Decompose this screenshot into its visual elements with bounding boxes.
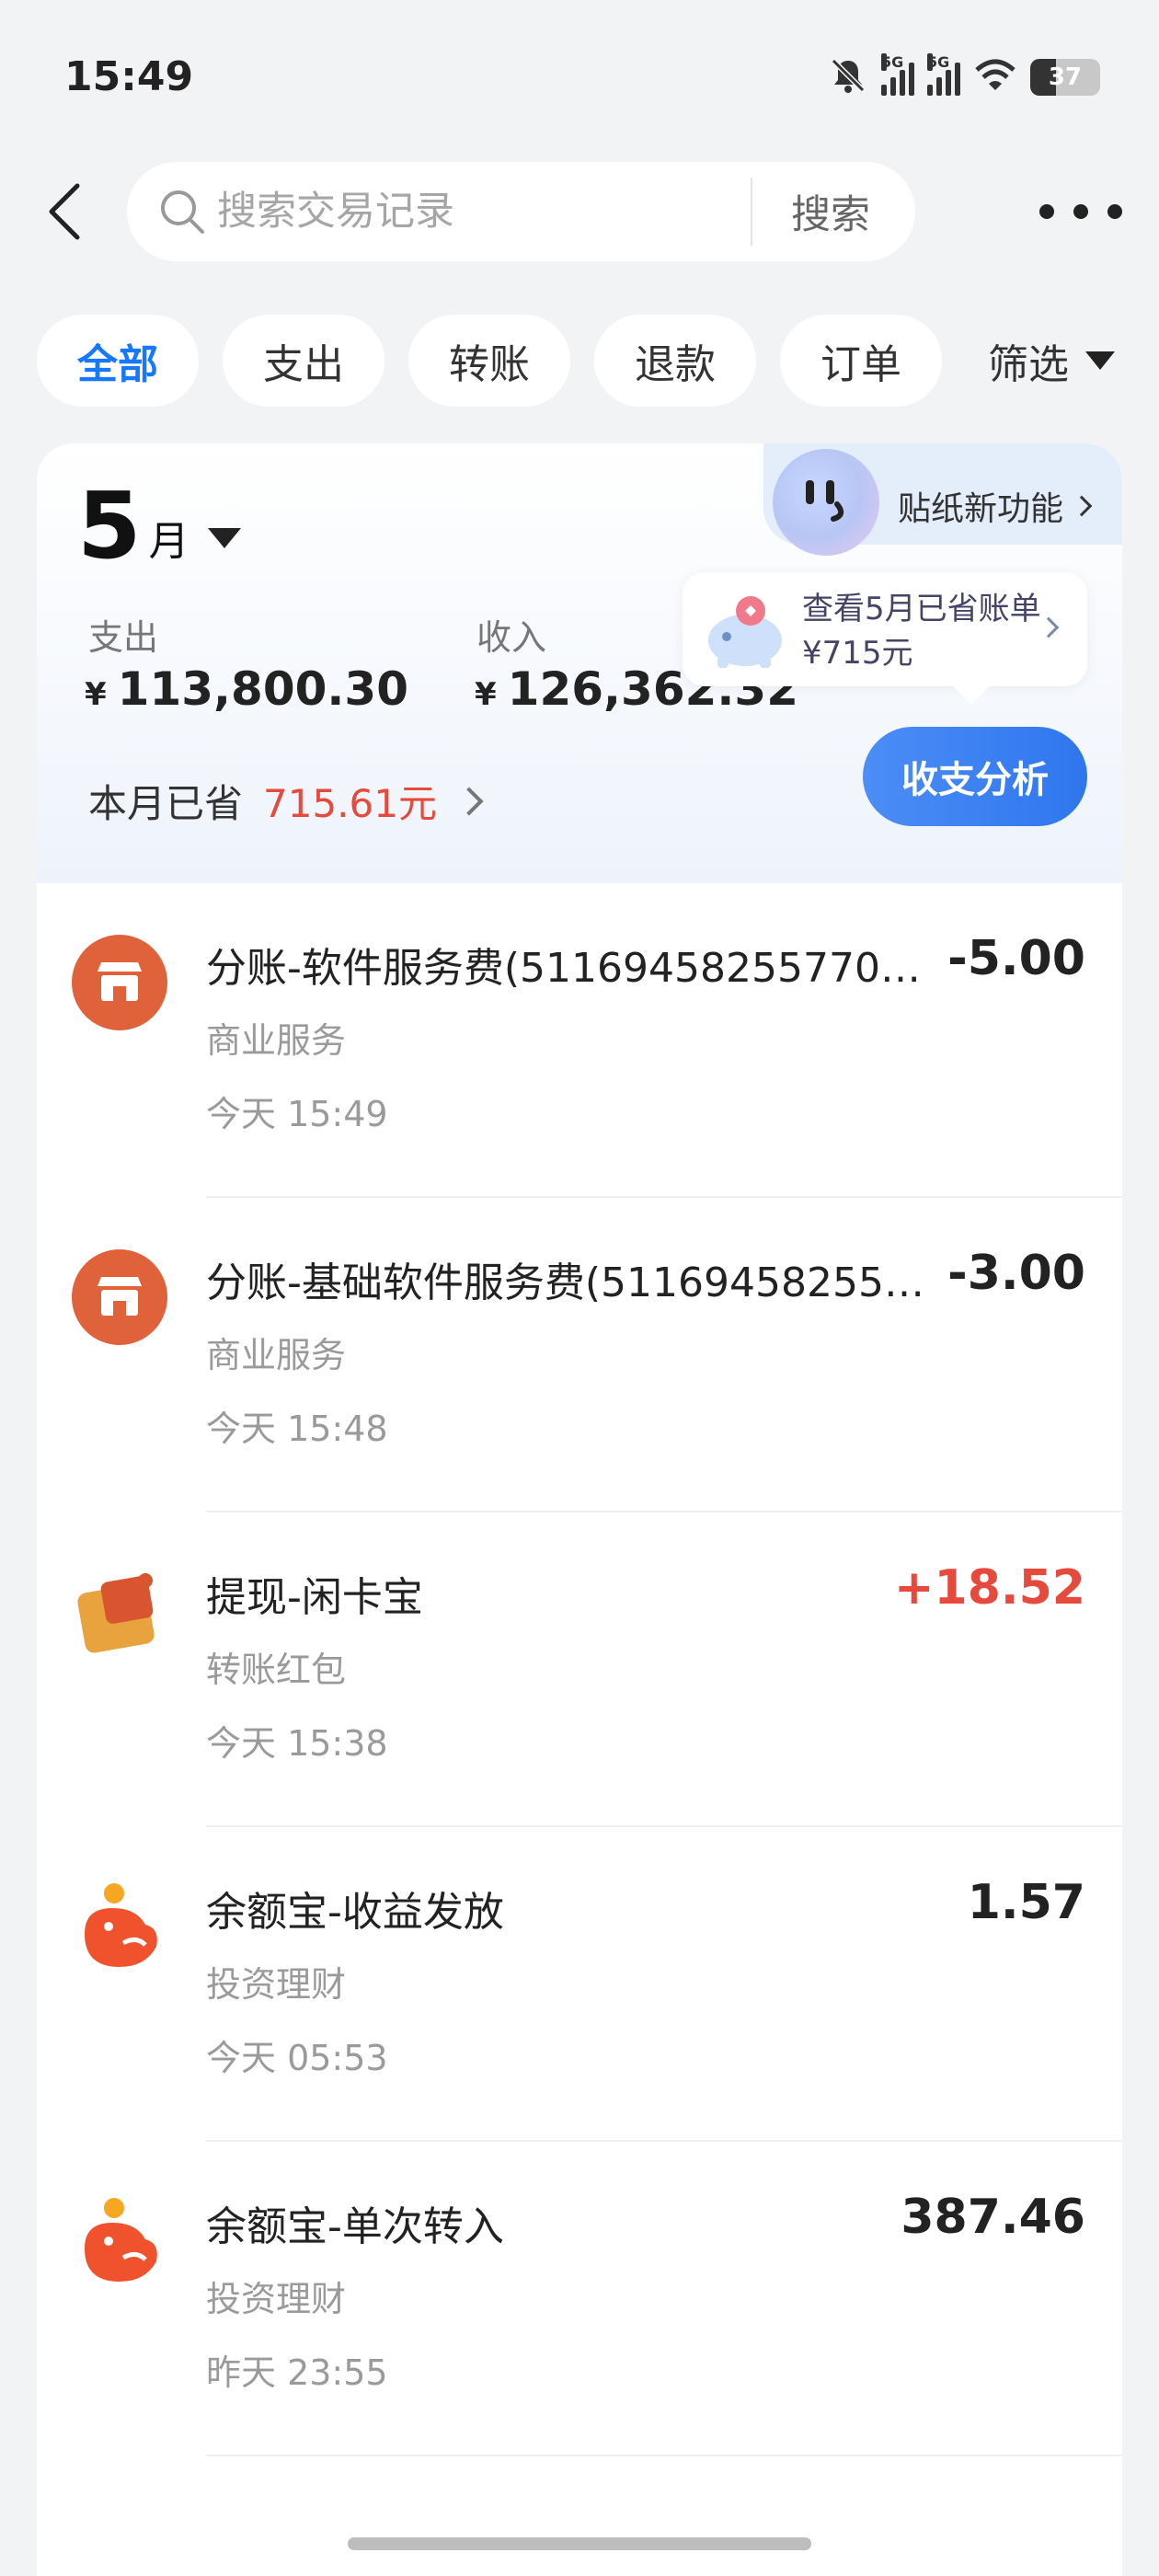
transaction-category: 投资理财	[206, 1964, 347, 2005]
search-button[interactable]: 搜索	[791, 183, 870, 240]
transaction-time: 昨天 23:55	[206, 2352, 388, 2393]
status-bar: 15:49 5G 5G 37	[0, 0, 1159, 156]
chevron-left-icon	[49, 183, 80, 240]
month-number: 5	[77, 472, 142, 580]
transaction-row[interactable]: 提现-闲卡宝 +18.52 转账红包 今天 15:38	[37, 1512, 1122, 1827]
piggy-bank-icon	[708, 596, 782, 668]
transaction-title: 提现-闲卡宝	[206, 1574, 423, 1621]
savings-tooltip[interactable]: 查看5月已省账单¥715元	[683, 572, 1087, 686]
filter-dropdown-label: 筛选	[988, 341, 1069, 388]
search-box[interactable]: 搜索	[127, 162, 915, 261]
expense-value: 113,800.30	[117, 662, 408, 716]
transaction-category: 转账红包	[206, 1650, 347, 1690]
sticker-feature-label: 贴纸新功能	[898, 490, 1064, 528]
income-expense-analysis-button[interactable]: 收支分析	[863, 727, 1087, 826]
transaction-title: 分账-基础软件服务费(511694582557...	[206, 1259, 933, 1306]
saved-this-month[interactable]: 本月已省 715.61元	[88, 773, 484, 829]
signal-5g-icon: 5G	[881, 53, 914, 96]
battery-icon: 37	[1030, 59, 1100, 96]
filter-chip-transfer[interactable]: 转账	[408, 315, 570, 407]
dot-icon	[1039, 204, 1054, 219]
transaction-amount: -5.00	[947, 931, 1085, 986]
filter-dropdown[interactable]: 筛选	[988, 331, 1115, 390]
transaction-amount: +18.52	[893, 1560, 1085, 1616]
transaction-row[interactable]: 余额宝-收益发放 1.57 投资理财 今天 05:53	[37, 1827, 1122, 2142]
yuebao-icon	[72, 1879, 167, 1974]
yuebao-icon	[72, 2193, 167, 2289]
expense-amount: ¥113,800.30	[85, 662, 408, 716]
search-divider	[751, 178, 752, 246]
transaction-title: 分账-软件服务费(5116945825577028...	[206, 945, 933, 992]
income-label: 收入	[476, 617, 547, 658]
caret-down-icon	[207, 528, 241, 548]
home-indicator[interactable]	[348, 2537, 811, 2550]
filter-bar: 全部 支出 转账 退款 订单 筛选	[37, 315, 1141, 407]
expense-label: 支出	[88, 617, 159, 658]
back-button[interactable]	[37, 175, 92, 248]
filter-chip-refund[interactable]: 退款	[594, 315, 756, 407]
signal-5g-icon: 5G	[927, 53, 960, 96]
dot-icon	[1073, 204, 1088, 219]
chevron-right-icon	[454, 786, 484, 816]
transaction-amount: 1.57	[967, 1875, 1085, 1930]
saved-value: 715.61元	[263, 781, 437, 826]
transactions-card: 5 月 支出 ¥113,800.30 收入 ¥126,362.32 本月已省 7…	[37, 443, 1122, 2576]
store-icon	[72, 935, 167, 1030]
transaction-row[interactable]: 分账-软件服务费(5116945825577028... -5.00 商业服务 …	[37, 883, 1122, 1198]
caret-down-icon	[1085, 351, 1115, 370]
search-icon	[155, 184, 210, 239]
transaction-category: 投资理财	[206, 2279, 347, 2319]
filter-chip-all[interactable]: 全部	[37, 315, 199, 407]
transaction-title: 余额宝-收益发放	[206, 1889, 504, 1936]
transaction-time: 今天 15:49	[206, 1094, 388, 1134]
wifi-icon	[973, 57, 1017, 98]
divider	[206, 2455, 1122, 2456]
currency-symbol: ¥	[85, 676, 107, 713]
header: 搜索	[0, 156, 1159, 267]
transaction-amount: -3.00	[947, 1246, 1085, 1301]
transaction-time: 今天 15:48	[206, 1409, 388, 1449]
filter-chip-order[interactable]: 订单	[780, 315, 942, 407]
status-icons: 5G 5G 37	[828, 53, 1100, 99]
transaction-title: 余额宝-单次转入	[206, 2203, 504, 2250]
transaction-amount: 387.46	[901, 2190, 1085, 2245]
month-unit: 月	[148, 518, 189, 565]
transaction-category: 商业服务	[206, 1335, 347, 1375]
saved-label: 本月已省	[88, 781, 244, 826]
more-options-button[interactable]	[1039, 184, 1122, 239]
status-time: 15:49	[64, 53, 194, 100]
transaction-row[interactable]: 分账-基础软件服务费(511694582557... -3.00 商业服务 今天…	[37, 1198, 1122, 1512]
transaction-category: 商业服务	[206, 1020, 347, 1061]
wallet-icon	[72, 1564, 167, 1660]
dot-icon	[1107, 204, 1122, 219]
chevron-right-icon	[1038, 616, 1060, 638]
transaction-time: 今天 15:38	[206, 1723, 388, 1764]
store-icon	[72, 1249, 167, 1345]
search-input[interactable]	[217, 189, 732, 235]
mute-bell-icon	[828, 55, 868, 99]
filter-chip-expense[interactable]: 支出	[223, 315, 384, 407]
tooltip-text: 查看5月已省账单¥715元	[802, 591, 1041, 672]
sticker-feature-link[interactable]: 贴纸新功能	[898, 482, 1093, 530]
currency-symbol: ¥	[475, 676, 497, 713]
transaction-time: 今天 05:53	[206, 2038, 388, 2078]
month-selector[interactable]: 5 月	[77, 480, 241, 572]
sticker-mascot-icon[interactable]	[773, 449, 879, 556]
chevron-right-icon	[1071, 495, 1093, 517]
monthly-summary: 5 月 支出 ¥113,800.30 收入 ¥126,362.32 本月已省 7…	[37, 443, 1122, 883]
transaction-row[interactable]: 余额宝-单次转入 387.46 投资理财 昨天 23:55	[37, 2142, 1122, 2456]
